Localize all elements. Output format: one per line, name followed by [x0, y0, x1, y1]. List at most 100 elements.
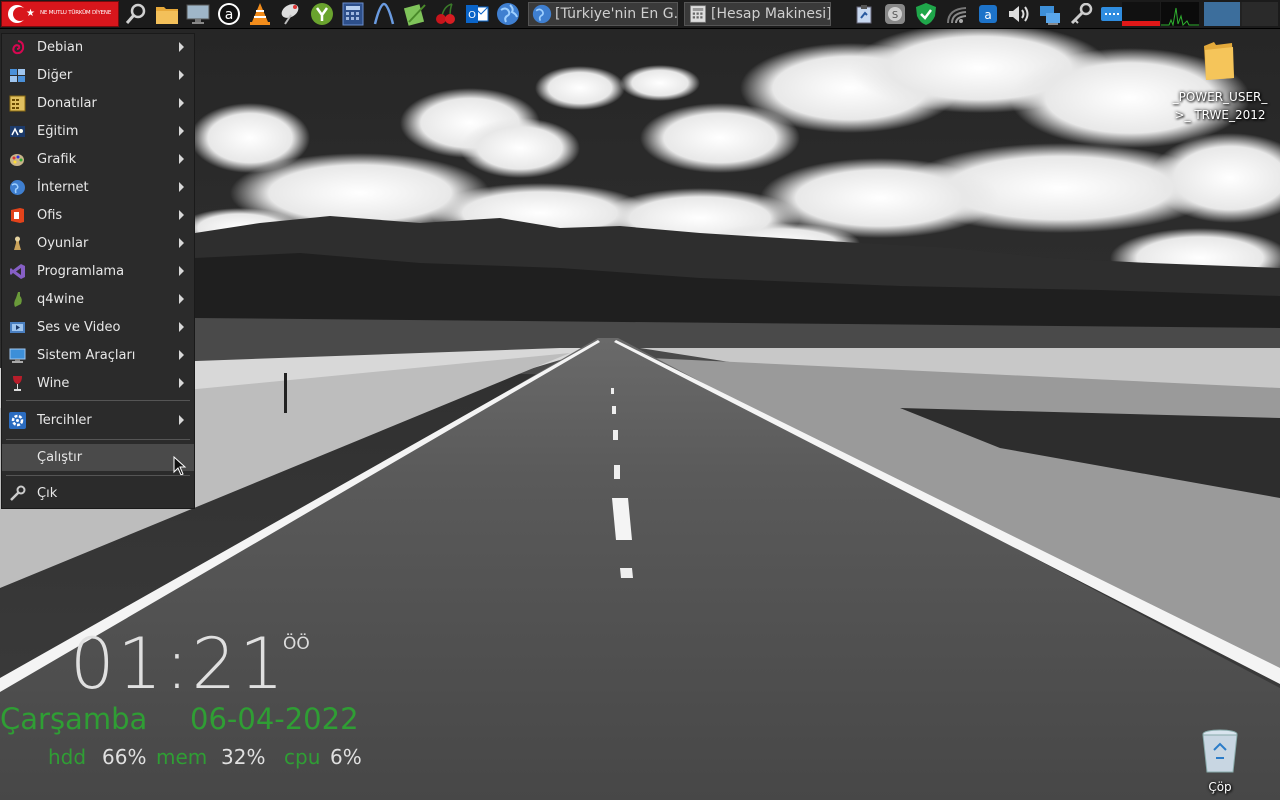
calculator-icon[interactable]	[340, 1, 366, 27]
submenu-arrow-icon	[179, 126, 184, 136]
trash-bin-icon	[1202, 729, 1238, 773]
search-icon[interactable]	[123, 1, 149, 27]
clock-time: 01:21	[70, 623, 287, 705]
submenu-arrow-icon	[179, 238, 184, 248]
clipboard-icon[interactable]	[852, 1, 876, 27]
menu-item-label: İnternet	[37, 180, 89, 195]
vlc-icon[interactable]	[247, 1, 273, 27]
submenu-arrow-icon	[179, 322, 184, 332]
programming-icon	[9, 263, 26, 280]
workspace-switcher[interactable]	[1204, 2, 1278, 26]
menu-item-label: q4wine	[37, 292, 85, 307]
clock-day: Çarşamba	[0, 702, 148, 736]
leafpad-icon[interactable]	[402, 1, 428, 27]
start-button-label: NE MUTLU TÜRKÜM DİYENE	[40, 10, 112, 16]
cpu-usage-graph	[1161, 2, 1199, 27]
desktop-trash[interactable]: Çöp	[1190, 726, 1250, 798]
calculator-icon	[688, 4, 708, 24]
menu-item-multimedia[interactable]: Ses ve Video	[2, 314, 194, 341]
task-browser-title: [Türkiye'nin En G...	[555, 6, 678, 22]
start-button[interactable]: ★ NE MUTLU TÜRKÜM DİYENE	[1, 1, 119, 27]
menu-item-accessories[interactable]: Donatılar	[2, 90, 194, 117]
submenu-arrow-icon	[179, 294, 184, 304]
system-tools-icon	[9, 347, 26, 364]
desktop-folder-power-user[interactable]: _POWER_USER_ >_ TRWE_2012	[1170, 38, 1270, 128]
hdd-value: 66%	[102, 745, 147, 769]
preferences-icon	[9, 412, 26, 429]
menu-item-run[interactable]: Çalıştır	[2, 444, 194, 476]
submenu-arrow-icon	[179, 378, 184, 388]
menu-item-other[interactable]: Diğer	[2, 62, 194, 89]
network-icon[interactable]	[1038, 1, 1062, 27]
outlook-icon[interactable]: O	[464, 1, 490, 27]
xfce-icon[interactable]	[309, 1, 335, 27]
desktop-folder-label-line2: >_ TRWE_2012	[1174, 108, 1266, 122]
mouse-cursor-icon	[173, 456, 187, 476]
menu-item-internet[interactable]: İnternet	[2, 174, 194, 201]
keyboard-layout-icon[interactable]	[1100, 1, 1124, 27]
submenu-arrow-icon	[179, 182, 184, 192]
submenu-arrow-icon	[179, 42, 184, 52]
menu-item-label: Çık	[37, 486, 58, 501]
menu-item-label: Oyunlar	[37, 236, 89, 251]
menu-item-education[interactable]: Eğitim	[2, 118, 194, 145]
skype-icon[interactable]: S	[883, 1, 907, 27]
menu-item-exit[interactable]: Çık	[2, 480, 194, 507]
menu-item-label: Grafik	[37, 152, 77, 167]
menu-item-system-tools[interactable]: Sistem Araçları	[2, 342, 194, 369]
web-browser-globe-icon[interactable]	[495, 1, 521, 27]
desktop-monitor-icon[interactable]	[185, 1, 211, 27]
games-icon	[9, 235, 26, 252]
task-browser-window[interactable]: [Türkiye'nin En G...	[528, 2, 678, 26]
menu-item-label: Sistem Araçları	[37, 348, 136, 363]
web-browser-globe-icon	[532, 4, 552, 24]
submenu-arrow-icon	[179, 350, 184, 360]
blue-app-icon[interactable]: a	[976, 1, 1000, 27]
menu-item-q4wine[interactable]: q4wine	[2, 286, 194, 313]
submenu-arrow-icon	[179, 154, 184, 164]
file-manager-icon[interactable]	[154, 1, 180, 27]
submenu-arrow-icon	[179, 266, 184, 276]
menu-item-wine[interactable]: Wine	[2, 370, 194, 397]
wine-icon	[9, 375, 26, 392]
quick-launch: a O	[123, 1, 526, 27]
submenu-arrow-icon	[179, 70, 184, 80]
menu-separator	[6, 439, 190, 440]
workspace-2[interactable]	[1242, 2, 1278, 26]
education-icon	[9, 123, 26, 140]
taskbar: ★ NE MUTLU TÜRKÜM DİYENE a O [Türkiye'ni…	[0, 0, 1280, 29]
menu-item-preferences[interactable]: Tercihler	[2, 407, 194, 434]
desktop-folder-label-line1: _POWER_USER_	[1172, 90, 1268, 104]
clock-date: 06-04-2022	[190, 702, 359, 736]
shield-check-icon[interactable]	[914, 1, 938, 27]
inkscape-arc-icon[interactable]	[371, 1, 397, 27]
key-icon[interactable]	[1069, 1, 1093, 27]
satellite-dish-icon[interactable]	[278, 1, 304, 27]
task-calculator-window[interactable]: [Hesap Makinesi]	[684, 2, 831, 26]
mem-label: mem	[156, 745, 208, 769]
workspace-1[interactable]	[1204, 2, 1240, 26]
office-icon	[9, 207, 26, 224]
menu-item-debian[interactable]: Debian	[2, 34, 194, 61]
wifi-signal-icon[interactable]	[945, 1, 969, 27]
menu-item-label: Wine	[37, 376, 70, 391]
other-icon	[9, 67, 26, 84]
cherry-icon[interactable]	[433, 1, 459, 27]
menu-item-label: Eğitim	[37, 124, 79, 139]
menu-item-programming[interactable]: Programlama	[2, 258, 194, 285]
memory-usage-graph	[1122, 2, 1160, 26]
menu-item-graphics[interactable]: Grafik	[2, 146, 194, 173]
menu-separator	[6, 400, 190, 401]
key-icon	[9, 485, 26, 502]
accessories-icon	[9, 95, 26, 112]
amazon-icon[interactable]: a	[216, 1, 242, 27]
menu-item-games[interactable]: Oyunlar	[2, 230, 194, 257]
submenu-arrow-icon	[179, 210, 184, 220]
menu-item-label: Ofis	[37, 208, 63, 223]
menu-item-office[interactable]: Ofis	[2, 202, 194, 229]
volume-icon[interactable]	[1007, 1, 1031, 27]
submenu-arrow-icon	[179, 415, 184, 425]
multimedia-icon	[9, 319, 26, 336]
star-icon: ★	[26, 8, 35, 19]
task-calculator-title: [Hesap Makinesi]	[711, 6, 831, 22]
